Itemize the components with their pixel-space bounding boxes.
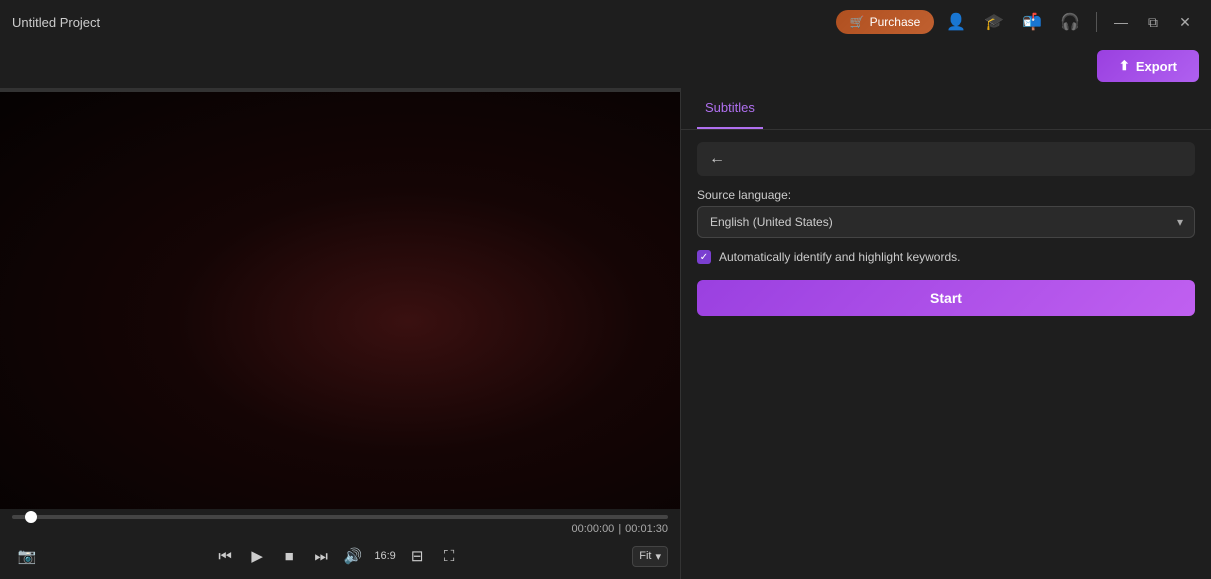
- window-controls: — ⧉ ✕: [1107, 8, 1199, 36]
- aspect-ratio-icon: 16:9: [374, 550, 395, 562]
- account-button[interactable]: 👤: [940, 8, 972, 36]
- tab-bar: Subtitles: [681, 88, 1211, 129]
- learn-button[interactable]: 🎓: [978, 8, 1010, 36]
- crop-button[interactable]: ⊟: [402, 541, 432, 571]
- account-icon: 👤: [946, 12, 966, 32]
- start-button[interactable]: Start: [697, 280, 1195, 316]
- progress-bar-track[interactable]: [12, 515, 668, 519]
- close-button[interactable]: ✕: [1171, 8, 1199, 36]
- source-language-label: Source language:: [697, 188, 1195, 202]
- progress-bar-container[interactable]: [0, 509, 680, 521]
- ctrl-left: 📷: [12, 541, 42, 571]
- keyword-highlight-checkbox[interactable]: [697, 250, 711, 264]
- play-icon: ▶: [251, 547, 263, 565]
- main-content: 00:00:00 | 00:01:30 📷 ⏮ ▶: [0, 88, 1211, 579]
- fullscreen-button[interactable]: ⛶: [434, 541, 464, 571]
- restore-button[interactable]: ⧉: [1139, 8, 1167, 36]
- time-display: 00:00:00 | 00:01:30: [0, 521, 680, 537]
- controls-row: 📷 ⏮ ▶ ■ ⏭ �: [0, 537, 680, 579]
- video-panel: 00:00:00 | 00:01:30 📷 ⏮ ▶: [0, 88, 680, 579]
- graduation-icon: 🎓: [984, 12, 1004, 32]
- snapshot-button[interactable]: 📷: [12, 541, 42, 571]
- titlebar-separator: [1096, 12, 1097, 32]
- notifications-button[interactable]: 📬: [1016, 8, 1048, 36]
- stop-icon: ■: [285, 548, 294, 565]
- total-time: 00:01:30: [625, 523, 668, 535]
- volume-button[interactable]: 🔊: [338, 541, 368, 571]
- fullscreen-icon: ⛶: [444, 548, 455, 565]
- volume-icon: 🔊: [344, 547, 363, 565]
- project-title: Untitled Project: [12, 15, 100, 30]
- progress-bar-thumb[interactable]: [25, 511, 37, 523]
- subtitles-header: Subtitles: [681, 88, 1211, 130]
- cart-icon: 🛒: [850, 15, 865, 29]
- video-background: [0, 92, 680, 509]
- back-row: ←: [697, 142, 1195, 176]
- export-icon: ⬆: [1119, 58, 1130, 74]
- subtitles-body: ← Source language: English (United State…: [681, 130, 1211, 579]
- video-controls: 00:00:00 | 00:01:30 📷 ⏮ ▶: [0, 509, 680, 579]
- mail-icon: 📬: [1022, 12, 1042, 32]
- skip-back-icon: ⏮: [218, 548, 232, 565]
- fit-select[interactable]: Fit ▾: [632, 546, 668, 567]
- right-panel: Subtitles ← Source language: English (Un…: [680, 88, 1211, 579]
- export-button[interactable]: ⬆ Export: [1097, 50, 1199, 82]
- ctrl-right: Fit ▾: [632, 546, 668, 567]
- fit-chevron-icon: ▾: [655, 550, 661, 563]
- skip-back-button[interactable]: ⏮: [210, 541, 240, 571]
- purchase-button[interactable]: 🛒 Purchase: [836, 10, 935, 34]
- time-separator: |: [618, 523, 621, 535]
- titlebar-left: Untitled Project: [12, 15, 100, 30]
- minimize-button[interactable]: —: [1107, 8, 1135, 36]
- source-language-select[interactable]: English (United States) English (UK) Spa…: [697, 206, 1195, 238]
- crop-icon: ⊟: [411, 547, 424, 565]
- skip-forward-button[interactable]: ⏭: [306, 541, 336, 571]
- tab-subtitles[interactable]: Subtitles: [697, 88, 763, 129]
- headset-icon: 🎧: [1060, 12, 1080, 32]
- back-button[interactable]: ←: [709, 150, 725, 168]
- source-language-wrapper: English (United States) English (UK) Spa…: [697, 206, 1195, 238]
- play-button[interactable]: ▶: [242, 541, 272, 571]
- source-language-section: Source language: English (United States)…: [697, 188, 1195, 238]
- aspect-ratio-button[interactable]: 16:9: [370, 541, 400, 571]
- titlebar-right: 🛒 Purchase 👤 🎓 📬 🎧 — ⧉ ✕: [836, 8, 1199, 36]
- video-display: [0, 92, 680, 509]
- stop-button[interactable]: ■: [274, 541, 304, 571]
- current-time: 00:00:00: [571, 523, 614, 535]
- skip-forward-icon: ⏭: [314, 548, 328, 565]
- snapshot-icon: 📷: [18, 547, 37, 565]
- keyword-highlight-label: Automatically identify and highlight key…: [719, 250, 960, 264]
- export-bar: ⬆ Export: [0, 44, 1211, 88]
- support-button[interactable]: 🎧: [1054, 8, 1086, 36]
- titlebar: Untitled Project 🛒 Purchase 👤 🎓 📬 🎧 — ⧉ …: [0, 0, 1211, 44]
- keyword-highlight-row: Automatically identify and highlight key…: [697, 250, 1195, 264]
- back-arrow-icon: ←: [709, 150, 725, 168]
- ctrl-center: ⏮ ▶ ■ ⏭ 🔊 16:9: [210, 541, 464, 571]
